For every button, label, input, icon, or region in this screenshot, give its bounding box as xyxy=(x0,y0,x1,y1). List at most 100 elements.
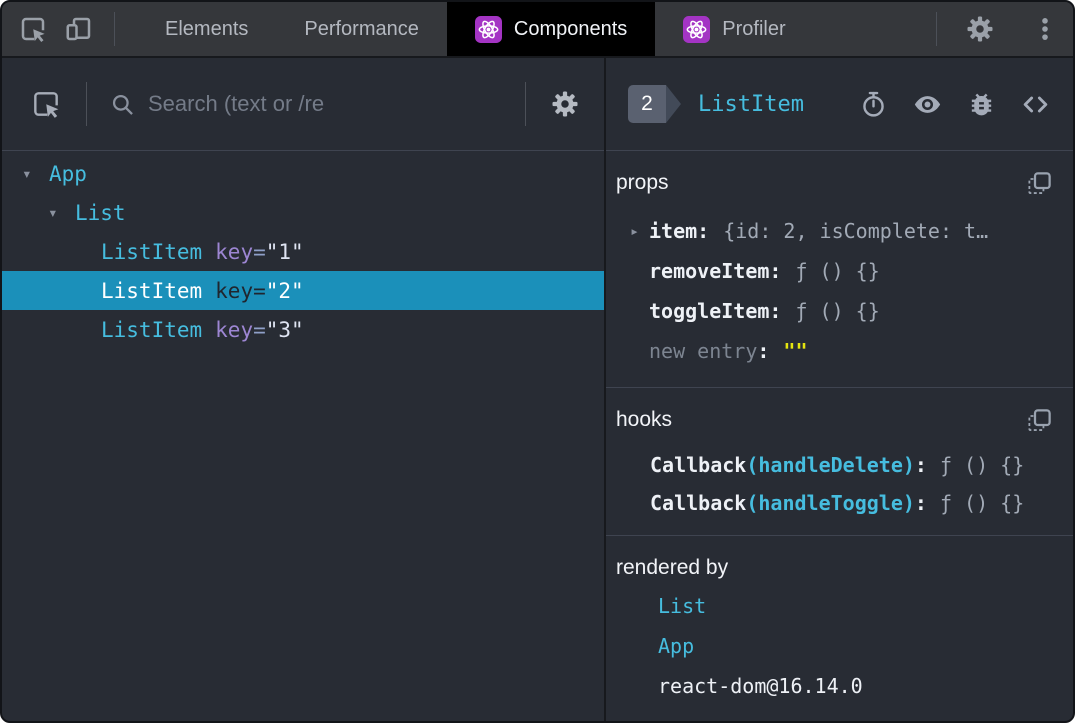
component-name: ListItem xyxy=(101,278,203,303)
prop-colon: : xyxy=(757,339,770,363)
props-title: props xyxy=(616,171,669,194)
expand-arrow-icon[interactable]: ▸ xyxy=(630,222,649,240)
prop-key: removeItem xyxy=(649,259,770,283)
key-attr-equals: = xyxy=(253,317,266,342)
expand-chevron-icon[interactable]: ▾ xyxy=(48,203,75,222)
hooks-rows: Callback (handleDelete): ƒ () {} Callback (h… xyxy=(616,446,1053,522)
props-rows: ▸ item: {id: 2, isComplete: t… removeItem: ƒ… xyxy=(616,211,1053,371)
prop-row-removeItem[interactable]: removeItem: ƒ () {} xyxy=(616,251,1053,291)
settings-gear-icon[interactable] xyxy=(951,14,1009,44)
search-icon xyxy=(109,91,136,118)
tree-settings-gear-icon[interactable] xyxy=(526,89,604,119)
tree-row-app[interactable]: ▾ App xyxy=(2,154,604,193)
key-attr-equals: = xyxy=(253,239,266,264)
copy-hooks-icon[interactable] xyxy=(1026,407,1053,434)
selected-component-name: ListItem xyxy=(698,91,804,117)
hook-type: Callback xyxy=(650,453,747,477)
rendered-by-rows: List App react-dom@16.14.0 xyxy=(616,586,1053,706)
key-attr-equals: = xyxy=(253,278,266,303)
component-actions xyxy=(859,89,1051,120)
badge-arrow-icon xyxy=(666,85,681,123)
rendered-by-app[interactable]: App xyxy=(616,626,1053,666)
hook-colon: : xyxy=(914,491,927,515)
tree-row-listitem-key-2[interactable]: ListItem key="2" xyxy=(2,271,604,310)
key-attr-value: "1" xyxy=(265,239,304,264)
prop-row-item[interactable]: ▸ item: {id: 2, isComplete: t… xyxy=(616,211,1053,251)
hooks-title: hooks xyxy=(616,408,673,431)
react-logo-icon xyxy=(474,15,502,43)
view-source-code-icon[interactable] xyxy=(1020,89,1051,120)
more-options-icon[interactable] xyxy=(1017,15,1073,43)
tab-components[interactable]: Components xyxy=(446,2,656,56)
prop-colon: : xyxy=(769,299,782,323)
component-tree: ▾ App ▾ List ListItem key="1" ListItem key="2" L… xyxy=(2,151,604,721)
hook-row-handleDelete[interactable]: Callback (handleDelete): ƒ () {} xyxy=(616,446,1053,484)
prop-value[interactable]: "" xyxy=(783,339,807,363)
topbar-tools xyxy=(2,2,114,56)
prop-value: ƒ () {} xyxy=(795,299,880,323)
expand-chevron-icon[interactable]: ▾ xyxy=(22,164,49,183)
hook-colon: : xyxy=(914,453,927,477)
log-to-console-bug-icon[interactable] xyxy=(967,90,996,119)
selected-component-panel: 2 ListItem props ▸ item: {id: 2, isComp… xyxy=(606,58,1073,721)
devtools-window: Elements Performance Components Profiler xyxy=(0,0,1075,723)
hooks-header: hooks xyxy=(616,402,1053,438)
components-tree-panel: ▾App▾ListListItemkey="1"ListItemkey="2"L… xyxy=(2,58,606,721)
tree-row-list[interactable]: ▾ List xyxy=(2,193,604,232)
hook-row-handleToggle[interactable]: Callback (handleToggle): ƒ () {} xyxy=(616,484,1053,522)
tree-row-listitem-key-3[interactable]: ListItem key="3" xyxy=(2,310,604,349)
props-header: props xyxy=(616,165,1053,201)
prop-colon: : xyxy=(769,259,782,283)
prop-key: item xyxy=(649,219,698,243)
tab-label: Performance xyxy=(304,17,419,40)
copy-props-icon[interactable] xyxy=(1026,170,1053,197)
prop-value: {id: 2, isComplete: t… xyxy=(723,219,989,243)
devtools-topbar: Elements Performance Components Profiler xyxy=(2,2,1073,58)
tree-row-listitem-key-1[interactable]: ListItem key="1" xyxy=(2,232,604,271)
device-toolbar-icon[interactable] xyxy=(64,14,94,44)
inspect-dom-eye-icon[interactable] xyxy=(912,89,943,120)
key-attr-name: key xyxy=(215,239,254,264)
rendered-by-header: rendered by xyxy=(616,550,1053,586)
rendered-by-list[interactable]: List xyxy=(616,586,1053,626)
tab-performance[interactable]: Performance xyxy=(276,2,447,56)
key-attr-name: key xyxy=(215,317,254,342)
hook-type: Callback xyxy=(650,491,747,515)
inspect-element-icon[interactable] xyxy=(18,14,48,44)
prop-row-new-entry[interactable]: new entry: "" xyxy=(616,331,1053,371)
component-name: App xyxy=(49,161,87,186)
prop-key: toggleItem xyxy=(649,299,770,323)
prop-key: new entry xyxy=(649,339,758,363)
suspend-timer-icon[interactable] xyxy=(859,90,888,119)
tab-label: Profiler xyxy=(722,17,786,40)
hook-value: ƒ () {} xyxy=(939,491,1025,515)
key-attr-value: "2" xyxy=(265,278,304,303)
key-attribute: key="2" xyxy=(215,279,304,303)
search-input[interactable] xyxy=(146,90,525,118)
topbar-right-controls xyxy=(951,2,1073,56)
prop-value: ƒ () {} xyxy=(795,259,880,283)
rendered-by-title: rendered by xyxy=(616,556,729,579)
rendered-by-section: rendered by List App react-dom@16.14.0 xyxy=(606,536,1073,721)
component-header: 2 ListItem xyxy=(606,58,1073,151)
props-section: props ▸ item: {id: 2, isComplete: t… remove… xyxy=(606,151,1073,388)
hook-name: (handleDelete) xyxy=(746,453,915,477)
tab-elements[interactable]: Elements xyxy=(137,2,276,56)
tab-profiler[interactable]: Profiler xyxy=(655,2,813,56)
topbar-separator-right xyxy=(936,12,937,46)
hooks-section: hooks Callback (handleDelete): ƒ () {} Call… xyxy=(606,388,1073,536)
tree-toolbar xyxy=(2,58,604,151)
prop-row-toggleItem[interactable]: toggleItem: ƒ () {} xyxy=(616,291,1053,331)
key-attr-value: "3" xyxy=(265,317,304,342)
devtools-main: ▾App▾ListListItemkey="1"ListItemkey="2"L… xyxy=(2,58,1073,721)
hook-name: (handleToggle) xyxy=(746,491,915,515)
topbar-tabs: Elements Performance Components Profiler xyxy=(115,2,814,56)
element-index-value: 2 xyxy=(628,85,666,123)
component-name: ListItem xyxy=(101,317,203,342)
rendered-by-react-dom-16-14-0: react-dom@16.14.0 xyxy=(658,674,863,698)
key-attr-name: key xyxy=(215,278,254,303)
component-name: List xyxy=(75,200,126,225)
element-index-badge: 2 xyxy=(628,85,681,123)
react-logo-icon xyxy=(683,15,711,43)
pick-component-icon[interactable] xyxy=(30,88,62,120)
